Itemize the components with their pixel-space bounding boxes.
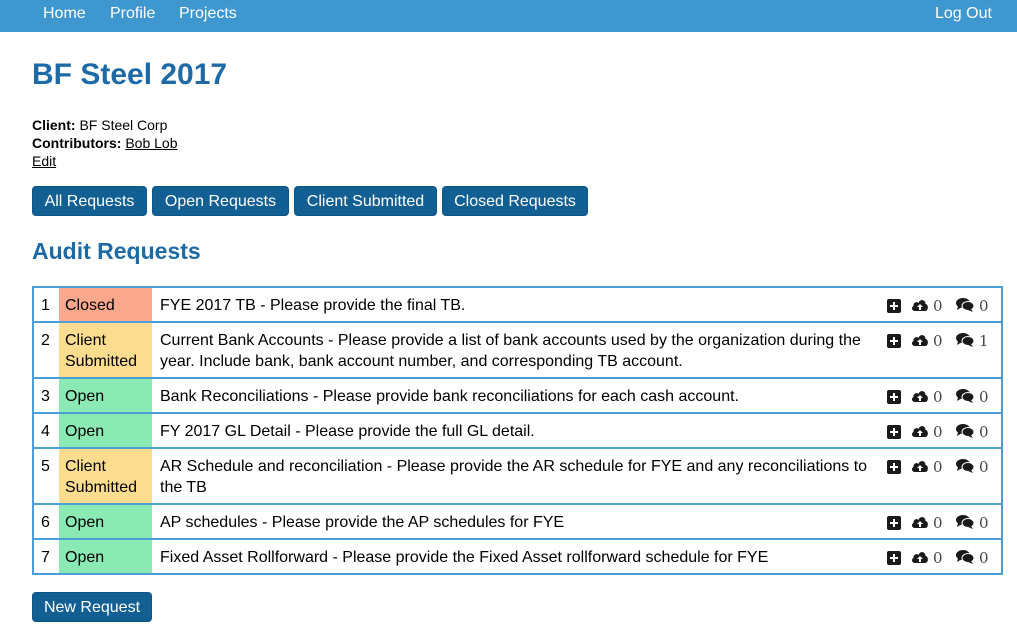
cloud-upload-icon[interactable]: [910, 514, 930, 530]
requests-table: 1 Closed FYE 2017 TB - Please provide the …: [32, 286, 1003, 575]
cloud-upload-icon[interactable]: [910, 549, 930, 565]
table-row[interactable]: 4 Open FY 2017 GL Detail - Please provide …: [34, 414, 1001, 449]
comments-icon[interactable]: [955, 549, 975, 565]
upload-count: 0: [933, 388, 943, 406]
row-actions: 01: [887, 332, 989, 350]
request-number: 2: [41, 332, 50, 349]
cloud-upload-icon[interactable]: [910, 332, 930, 348]
comment-count: 1: [979, 332, 989, 350]
upload-count: 0: [933, 514, 943, 532]
client-label: Client:: [32, 117, 76, 133]
comment-count: 0: [979, 458, 989, 476]
table-row[interactable]: 2 Client Submitted Current Bank Accounts -…: [34, 323, 1001, 379]
upload-count: 0: [933, 458, 943, 476]
all-requests-button[interactable]: All Requests: [32, 186, 147, 216]
comments-icon[interactable]: [955, 514, 975, 530]
section-title: Audit Requests: [32, 238, 201, 264]
comment-count: 0: [979, 549, 989, 567]
project-meta: Client: BF Steel Corp Contributors: Bob …: [32, 116, 178, 170]
table-row[interactable]: 5 Client Submitted AR Schedule and reconci…: [34, 449, 1001, 505]
request-number: 7: [41, 549, 50, 566]
edit-link[interactable]: Edit: [32, 153, 56, 169]
add-icon[interactable]: [887, 299, 901, 313]
request-description: Fixed Asset Rollforward - Please provide…: [160, 549, 769, 566]
request-number: 1: [41, 297, 50, 314]
request-number: 6: [41, 514, 50, 531]
row-actions: 00: [887, 514, 989, 532]
contributors-line: Contributors: Bob Lob: [32, 134, 178, 152]
request-description: AR Schedule and reconciliation - Please …: [160, 458, 868, 496]
comments-icon[interactable]: [955, 388, 975, 404]
cloud-upload-icon[interactable]: [910, 297, 930, 313]
client-line: Client: BF Steel Corp: [32, 116, 178, 134]
comment-count: 0: [979, 297, 989, 315]
nav-home-link[interactable]: Home: [43, 5, 86, 23]
row-actions: 00: [887, 388, 989, 406]
add-icon[interactable]: [887, 551, 901, 565]
comments-icon[interactable]: [955, 332, 975, 348]
table-row[interactable]: 1 Closed FYE 2017 TB - Please provide the …: [34, 288, 1001, 323]
upload-count: 0: [933, 332, 943, 350]
nav-profile-link[interactable]: Profile: [110, 5, 155, 23]
request-number: 5: [41, 458, 50, 475]
top-navbar: Home Profile Projects Log Out: [0, 0, 1017, 32]
add-icon[interactable]: [887, 460, 901, 474]
status-badge: Open: [59, 505, 152, 538]
status-badge: Open: [59, 540, 152, 573]
status-badge: Client Submitted: [59, 323, 152, 377]
comment-count: 0: [979, 388, 989, 406]
request-description: Bank Reconciliations - Please provide ba…: [160, 388, 739, 405]
nav-projects-link[interactable]: Projects: [179, 5, 237, 23]
row-actions: 00: [887, 458, 989, 476]
request-number: 3: [41, 388, 50, 405]
comment-count: 0: [979, 514, 989, 532]
table-row[interactable]: 7 Open Fixed Asset Rollforward - Please pr…: [34, 540, 1001, 575]
request-description: FY 2017 GL Detail - Please provide the f…: [160, 423, 535, 440]
add-icon[interactable]: [887, 334, 901, 348]
cloud-upload-icon[interactable]: [910, 423, 930, 439]
status-badge: Open: [59, 379, 152, 412]
closed-requests-button[interactable]: Closed Requests: [442, 186, 588, 216]
client-value: BF Steel Corp: [79, 117, 168, 133]
contributors-label: Contributors:: [32, 135, 122, 151]
cloud-upload-icon[interactable]: [910, 458, 930, 474]
add-icon[interactable]: [887, 390, 901, 404]
request-description: AP schedules - Please provide the AP sch…: [160, 514, 565, 531]
comments-icon[interactable]: [955, 423, 975, 439]
open-requests-button[interactable]: Open Requests: [152, 186, 289, 216]
comments-icon[interactable]: [955, 297, 975, 313]
row-actions: 00: [887, 423, 989, 441]
edit-line: Edit: [32, 152, 178, 170]
status-badge: Client Submitted: [59, 449, 152, 503]
request-number: 4: [41, 423, 50, 440]
row-actions: 00: [887, 549, 989, 567]
contributor-link[interactable]: Bob Lob: [125, 135, 177, 151]
client-submitted-button[interactable]: Client Submitted: [294, 186, 437, 216]
comments-icon[interactable]: [955, 458, 975, 474]
status-badge: Open: [59, 414, 152, 447]
upload-count: 0: [933, 549, 943, 567]
cloud-upload-icon[interactable]: [910, 388, 930, 404]
add-icon[interactable]: [887, 516, 901, 530]
request-description: FYE 2017 TB - Please provide the final T…: [160, 297, 466, 314]
add-icon[interactable]: [887, 425, 901, 439]
comment-count: 0: [979, 423, 989, 441]
table-row[interactable]: 3 Open Bank Reconciliations - Please provi…: [34, 379, 1001, 414]
request-description: Current Bank Accounts - Please provide a…: [160, 332, 861, 370]
row-actions: 00: [887, 297, 989, 315]
status-badge: Closed: [59, 288, 152, 321]
upload-count: 0: [933, 297, 943, 315]
page-title: BF Steel 2017: [32, 58, 228, 91]
upload-count: 0: [933, 423, 943, 441]
logout-link[interactable]: Log Out: [935, 5, 992, 23]
table-row[interactable]: 6 Open AP schedules - Please provide the A…: [34, 505, 1001, 540]
new-request-button[interactable]: New Request: [32, 592, 152, 622]
